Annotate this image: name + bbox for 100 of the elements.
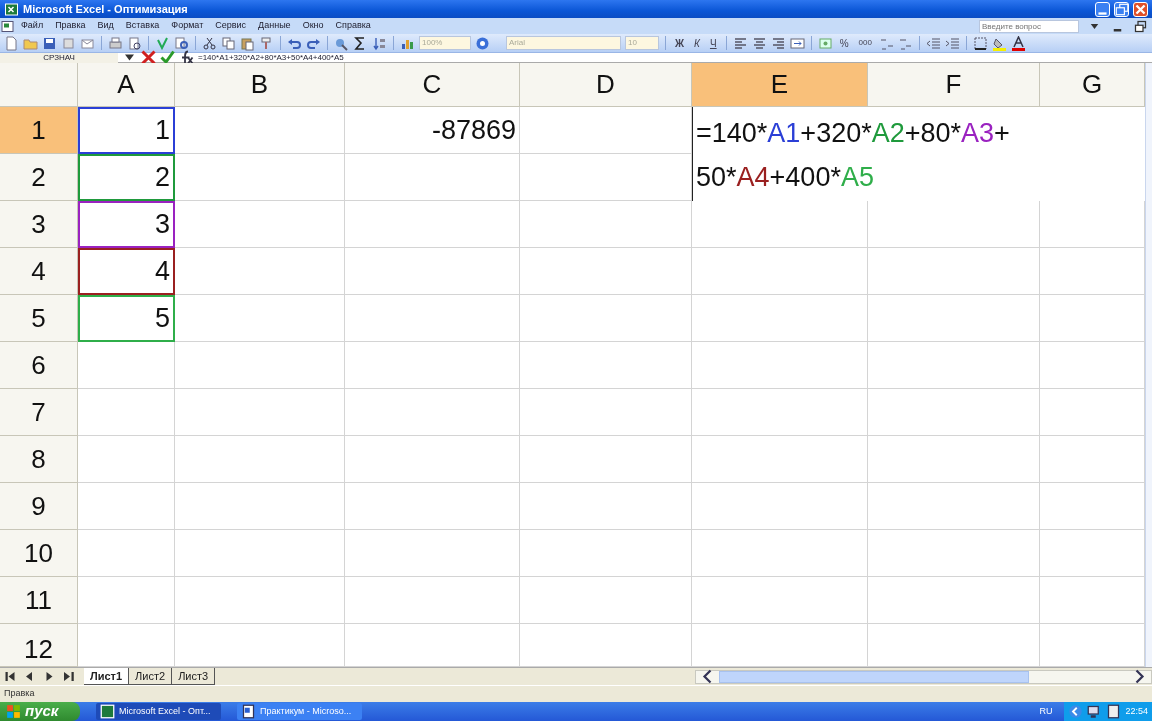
- row-header[interactable]: 8: [0, 436, 78, 483]
- table-cell[interactable]: 1: [78, 107, 175, 154]
- table-cell[interactable]: [345, 483, 520, 530]
- table-cell[interactable]: [345, 201, 520, 248]
- table-cell[interactable]: [868, 577, 1040, 624]
- table-cell[interactable]: [175, 295, 345, 342]
- row-header[interactable]: 12: [0, 624, 78, 667]
- cell-editor-line[interactable]: 50*A4+400*A5: [696, 155, 874, 199]
- merge-cells-icon[interactable]: [789, 35, 805, 51]
- table-cell[interactable]: [692, 483, 868, 530]
- table-cell[interactable]: [345, 530, 520, 577]
- table-cell[interactable]: [175, 436, 345, 483]
- table-cell[interactable]: [175, 154, 345, 201]
- table-cell[interactable]: [175, 389, 345, 436]
- menu-item[interactable]: Файл: [15, 19, 50, 33]
- table-cell[interactable]: [520, 389, 692, 436]
- table-cell[interactable]: [520, 295, 692, 342]
- table-cell[interactable]: [345, 248, 520, 295]
- table-cell[interactable]: [868, 483, 1040, 530]
- horizontal-scrollbar[interactable]: [695, 669, 1152, 684]
- column-header[interactable]: F: [868, 63, 1040, 107]
- cut-icon[interactable]: [202, 35, 217, 51]
- formula-text[interactable]: =140*A1+320*A2+80*A3+50*A4+400*A5: [198, 51, 344, 64]
- research-icon[interactable]: [174, 35, 189, 51]
- table-cell[interactable]: [175, 577, 345, 624]
- table-cell[interactable]: [78, 483, 175, 530]
- table-cell[interactable]: [692, 342, 868, 389]
- row-header[interactable]: 4: [0, 248, 78, 295]
- sort-icon[interactable]: [372, 35, 387, 51]
- borders-icon[interactable]: [972, 35, 988, 51]
- sheet-tab[interactable]: Лист1: [84, 667, 130, 686]
- paste-icon[interactable]: [240, 35, 255, 51]
- table-cell[interactable]: [78, 436, 175, 483]
- table-cell[interactable]: [78, 342, 175, 389]
- table-cell[interactable]: [868, 248, 1040, 295]
- column-header[interactable]: B: [175, 63, 345, 107]
- currency-icon[interactable]: [817, 35, 833, 51]
- column-header[interactable]: A: [78, 63, 175, 107]
- start-button[interactable]: пуск: [0, 702, 80, 721]
- table-cell[interactable]: [175, 483, 345, 530]
- table-cell[interactable]: 5: [78, 295, 175, 342]
- table-cell[interactable]: [345, 154, 520, 201]
- table-cell[interactable]: [520, 342, 692, 389]
- table-cell[interactable]: [345, 389, 520, 436]
- row-header[interactable]: 10: [0, 530, 78, 577]
- table-cell[interactable]: 2: [78, 154, 175, 201]
- table-cell[interactable]: [520, 436, 692, 483]
- table-cell[interactable]: [692, 248, 868, 295]
- menu-item[interactable]: Окно: [296, 19, 330, 33]
- column-header[interactable]: G: [1040, 63, 1145, 107]
- save-icon[interactable]: [42, 35, 57, 51]
- vertical-scrollbar[interactable]: [1145, 63, 1152, 667]
- language-indicator[interactable]: RU: [1039, 704, 1061, 719]
- table-cell[interactable]: [868, 436, 1040, 483]
- table-cell[interactable]: [78, 577, 175, 624]
- menu-item[interactable]: Вставка: [119, 19, 166, 33]
- underline-button[interactable]: Ч: [706, 35, 720, 51]
- cancel-icon[interactable]: [141, 50, 156, 65]
- table-cell[interactable]: [78, 389, 175, 436]
- monitor-icon[interactable]: [1106, 704, 1122, 719]
- table-cell[interactable]: [175, 201, 345, 248]
- restore-icon[interactable]: [1133, 18, 1148, 34]
- menu-item[interactable]: Правка: [49, 19, 92, 33]
- format-painter-icon[interactable]: [259, 35, 274, 51]
- row-header[interactable]: 9: [0, 483, 78, 530]
- row-header[interactable]: 1: [0, 107, 78, 154]
- align-left-icon[interactable]: [732, 35, 748, 51]
- row-header[interactable]: 3: [0, 201, 78, 248]
- column-header[interactable]: E: [692, 63, 868, 107]
- italic-button[interactable]: К: [691, 35, 703, 51]
- table-cell[interactable]: [520, 483, 692, 530]
- table-cell[interactable]: [175, 530, 345, 577]
- table-cell[interactable]: [78, 530, 175, 577]
- table-cell[interactable]: [868, 295, 1040, 342]
- row-header[interactable]: 7: [0, 389, 78, 436]
- name-box[interactable]: СРЗНАЧ: [0, 52, 118, 63]
- help-field[interactable]: Введите вопрос: [979, 19, 1079, 33]
- menu-item[interactable]: Справка: [329, 19, 377, 33]
- table-cell[interactable]: [345, 577, 520, 624]
- scrollbar-thumb[interactable]: [719, 670, 1029, 683]
- row-header[interactable]: 6: [0, 342, 78, 389]
- table-cell[interactable]: [868, 342, 1040, 389]
- font-color-icon[interactable]: [1010, 35, 1026, 51]
- increase-indent-icon[interactable]: [944, 35, 960, 51]
- thousands-button[interactable]: 000: [855, 37, 875, 49]
- table-cell[interactable]: [345, 342, 520, 389]
- insert-function-icon[interactable]: [179, 50, 194, 65]
- column-header[interactable]: D: [520, 63, 692, 107]
- taskbar-button[interactable]: Практикум - Microso...: [237, 703, 362, 720]
- table-cell[interactable]: [868, 389, 1040, 436]
- percent-button[interactable]: %: [836, 35, 852, 51]
- confirm-icon[interactable]: [160, 50, 175, 65]
- table-cell[interactable]: [868, 530, 1040, 577]
- table-cell[interactable]: [692, 295, 868, 342]
- table-cell[interactable]: [520, 248, 692, 295]
- select-all-corner[interactable]: [0, 63, 78, 107]
- align-right-icon[interactable]: [770, 35, 786, 51]
- menu-item[interactable]: Данные: [252, 19, 297, 33]
- table-cell[interactable]: 3: [78, 201, 175, 248]
- table-cell[interactable]: [175, 107, 345, 154]
